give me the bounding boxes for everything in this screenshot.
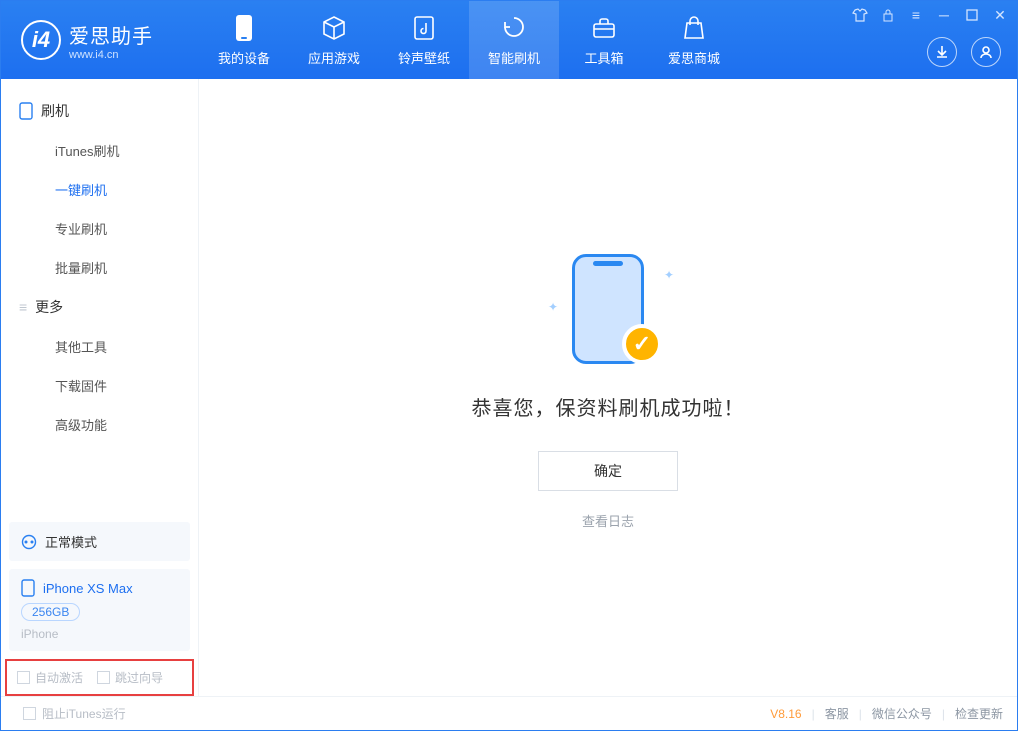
minimize-button[interactable]: ─: [933, 5, 955, 25]
tab-apps-games[interactable]: 应用游戏: [289, 1, 379, 79]
device-info[interactable]: iPhone XS Max 256GB iPhone: [9, 569, 190, 651]
link-customer-service[interactable]: 客服: [825, 705, 849, 722]
body: 刷机 iTunes刷机 一键刷机 专业刷机 批量刷机 ≡ 更多 其他工具 下载固…: [1, 79, 1017, 696]
checkbox-icon: [97, 671, 110, 684]
sidebar-item-pro-flash[interactable]: 专业刷机: [1, 209, 198, 248]
app-window: i4 爱思助手 www.i4.cn 我的设备 应用游戏 铃声壁纸 智能刷机: [0, 0, 1018, 731]
main-tabs: 我的设备 应用游戏 铃声壁纸 智能刷机 工具箱 爱思商城: [199, 1, 739, 79]
flash-options-highlight: 自动激活 跳过向导: [5, 659, 194, 696]
sidebar-item-oneclick-flash[interactable]: 一键刷机: [1, 170, 198, 209]
statusbar: 阻止iTunes运行 V8.16 | 客服 | 微信公众号 | 检查更新: [1, 696, 1017, 730]
app-logo: i4 爱思助手 www.i4.cn: [1, 20, 199, 61]
sidebar-group-flash: 刷机: [1, 91, 198, 131]
view-log-link[interactable]: 查看日志: [582, 511, 634, 530]
version-label: V8.16: [770, 707, 801, 721]
tab-toolbox[interactable]: 工具箱: [559, 1, 649, 79]
sidebar-group-more: ≡ 更多: [1, 287, 198, 327]
tab-store[interactable]: 爱思商城: [649, 1, 739, 79]
toolbox-icon: [590, 14, 618, 42]
tab-my-device[interactable]: 我的设备: [199, 1, 289, 79]
list-icon: ≡: [19, 299, 27, 315]
device-type: iPhone: [21, 627, 178, 641]
sidebar-item-itunes-flash[interactable]: iTunes刷机: [1, 131, 198, 170]
device-icon: [230, 14, 258, 42]
user-button[interactable]: [971, 37, 1001, 67]
tab-smart-flash[interactable]: 智能刷机: [469, 1, 559, 79]
bag-icon: [680, 14, 708, 42]
ok-button[interactable]: 确定: [538, 451, 678, 491]
checkbox-auto-activate[interactable]: 自动激活: [17, 669, 83, 686]
cube-icon: [320, 14, 348, 42]
download-button[interactable]: [927, 37, 957, 67]
main-content: ✦ ✦ ✓ 恭喜您，保资料刷机成功啦！ 确定 查看日志: [199, 79, 1017, 696]
logo-icon: i4: [21, 20, 61, 60]
checkbox-icon: [23, 707, 36, 720]
sync-icon: [21, 534, 37, 550]
sidebar-item-batch-flash[interactable]: 批量刷机: [1, 248, 198, 287]
tab-ringtones-wallpapers[interactable]: 铃声壁纸: [379, 1, 469, 79]
sidebar-bottom: 正常模式 iPhone XS Max 256GB iPhone 自动激活: [1, 514, 198, 696]
device-name: iPhone XS Max: [43, 581, 133, 596]
sidebar-item-download-firmware[interactable]: 下载固件: [1, 366, 198, 405]
device-small-icon: [21, 579, 35, 597]
checkbox-stop-itunes[interactable]: 阻止iTunes运行: [23, 705, 126, 722]
success-message: 恭喜您，保资料刷机成功啦！: [472, 392, 745, 421]
window-controls: ≡ ─ ✕: [849, 5, 1011, 25]
sidebar-item-advanced[interactable]: 高级功能: [1, 405, 198, 444]
sidebar-item-other-tools[interactable]: 其他工具: [1, 327, 198, 366]
music-file-icon: [410, 14, 438, 42]
tshirt-icon[interactable]: [849, 5, 871, 25]
checkbox-skip-guide[interactable]: 跳过向导: [97, 669, 163, 686]
lock-icon[interactable]: [877, 5, 899, 25]
close-button[interactable]: ✕: [989, 5, 1011, 25]
maximize-button[interactable]: [961, 5, 983, 25]
sidebar: 刷机 iTunes刷机 一键刷机 专业刷机 批量刷机 ≡ 更多 其他工具 下载固…: [1, 79, 199, 696]
sparkle-icon: ✦: [664, 268, 674, 282]
shield-refresh-icon: [500, 14, 528, 42]
sparkle-icon: ✦: [548, 300, 558, 314]
header-actions: [927, 37, 1001, 67]
device-capacity: 256GB: [21, 603, 80, 621]
titlebar: i4 爱思助手 www.i4.cn 我的设备 应用游戏 铃声壁纸 智能刷机: [1, 1, 1017, 79]
phone-outline-icon: [19, 102, 33, 120]
check-badge-icon: ✓: [622, 324, 662, 364]
app-url: www.i4.cn: [69, 49, 153, 61]
link-wechat[interactable]: 微信公众号: [872, 705, 932, 722]
menu-icon[interactable]: ≡: [905, 5, 927, 25]
app-name: 爱思助手: [69, 20, 153, 49]
mode-indicator[interactable]: 正常模式: [9, 522, 190, 561]
link-check-update[interactable]: 检查更新: [955, 705, 1003, 722]
success-illustration: ✦ ✦ ✓: [548, 246, 668, 366]
checkbox-icon: [17, 671, 30, 684]
